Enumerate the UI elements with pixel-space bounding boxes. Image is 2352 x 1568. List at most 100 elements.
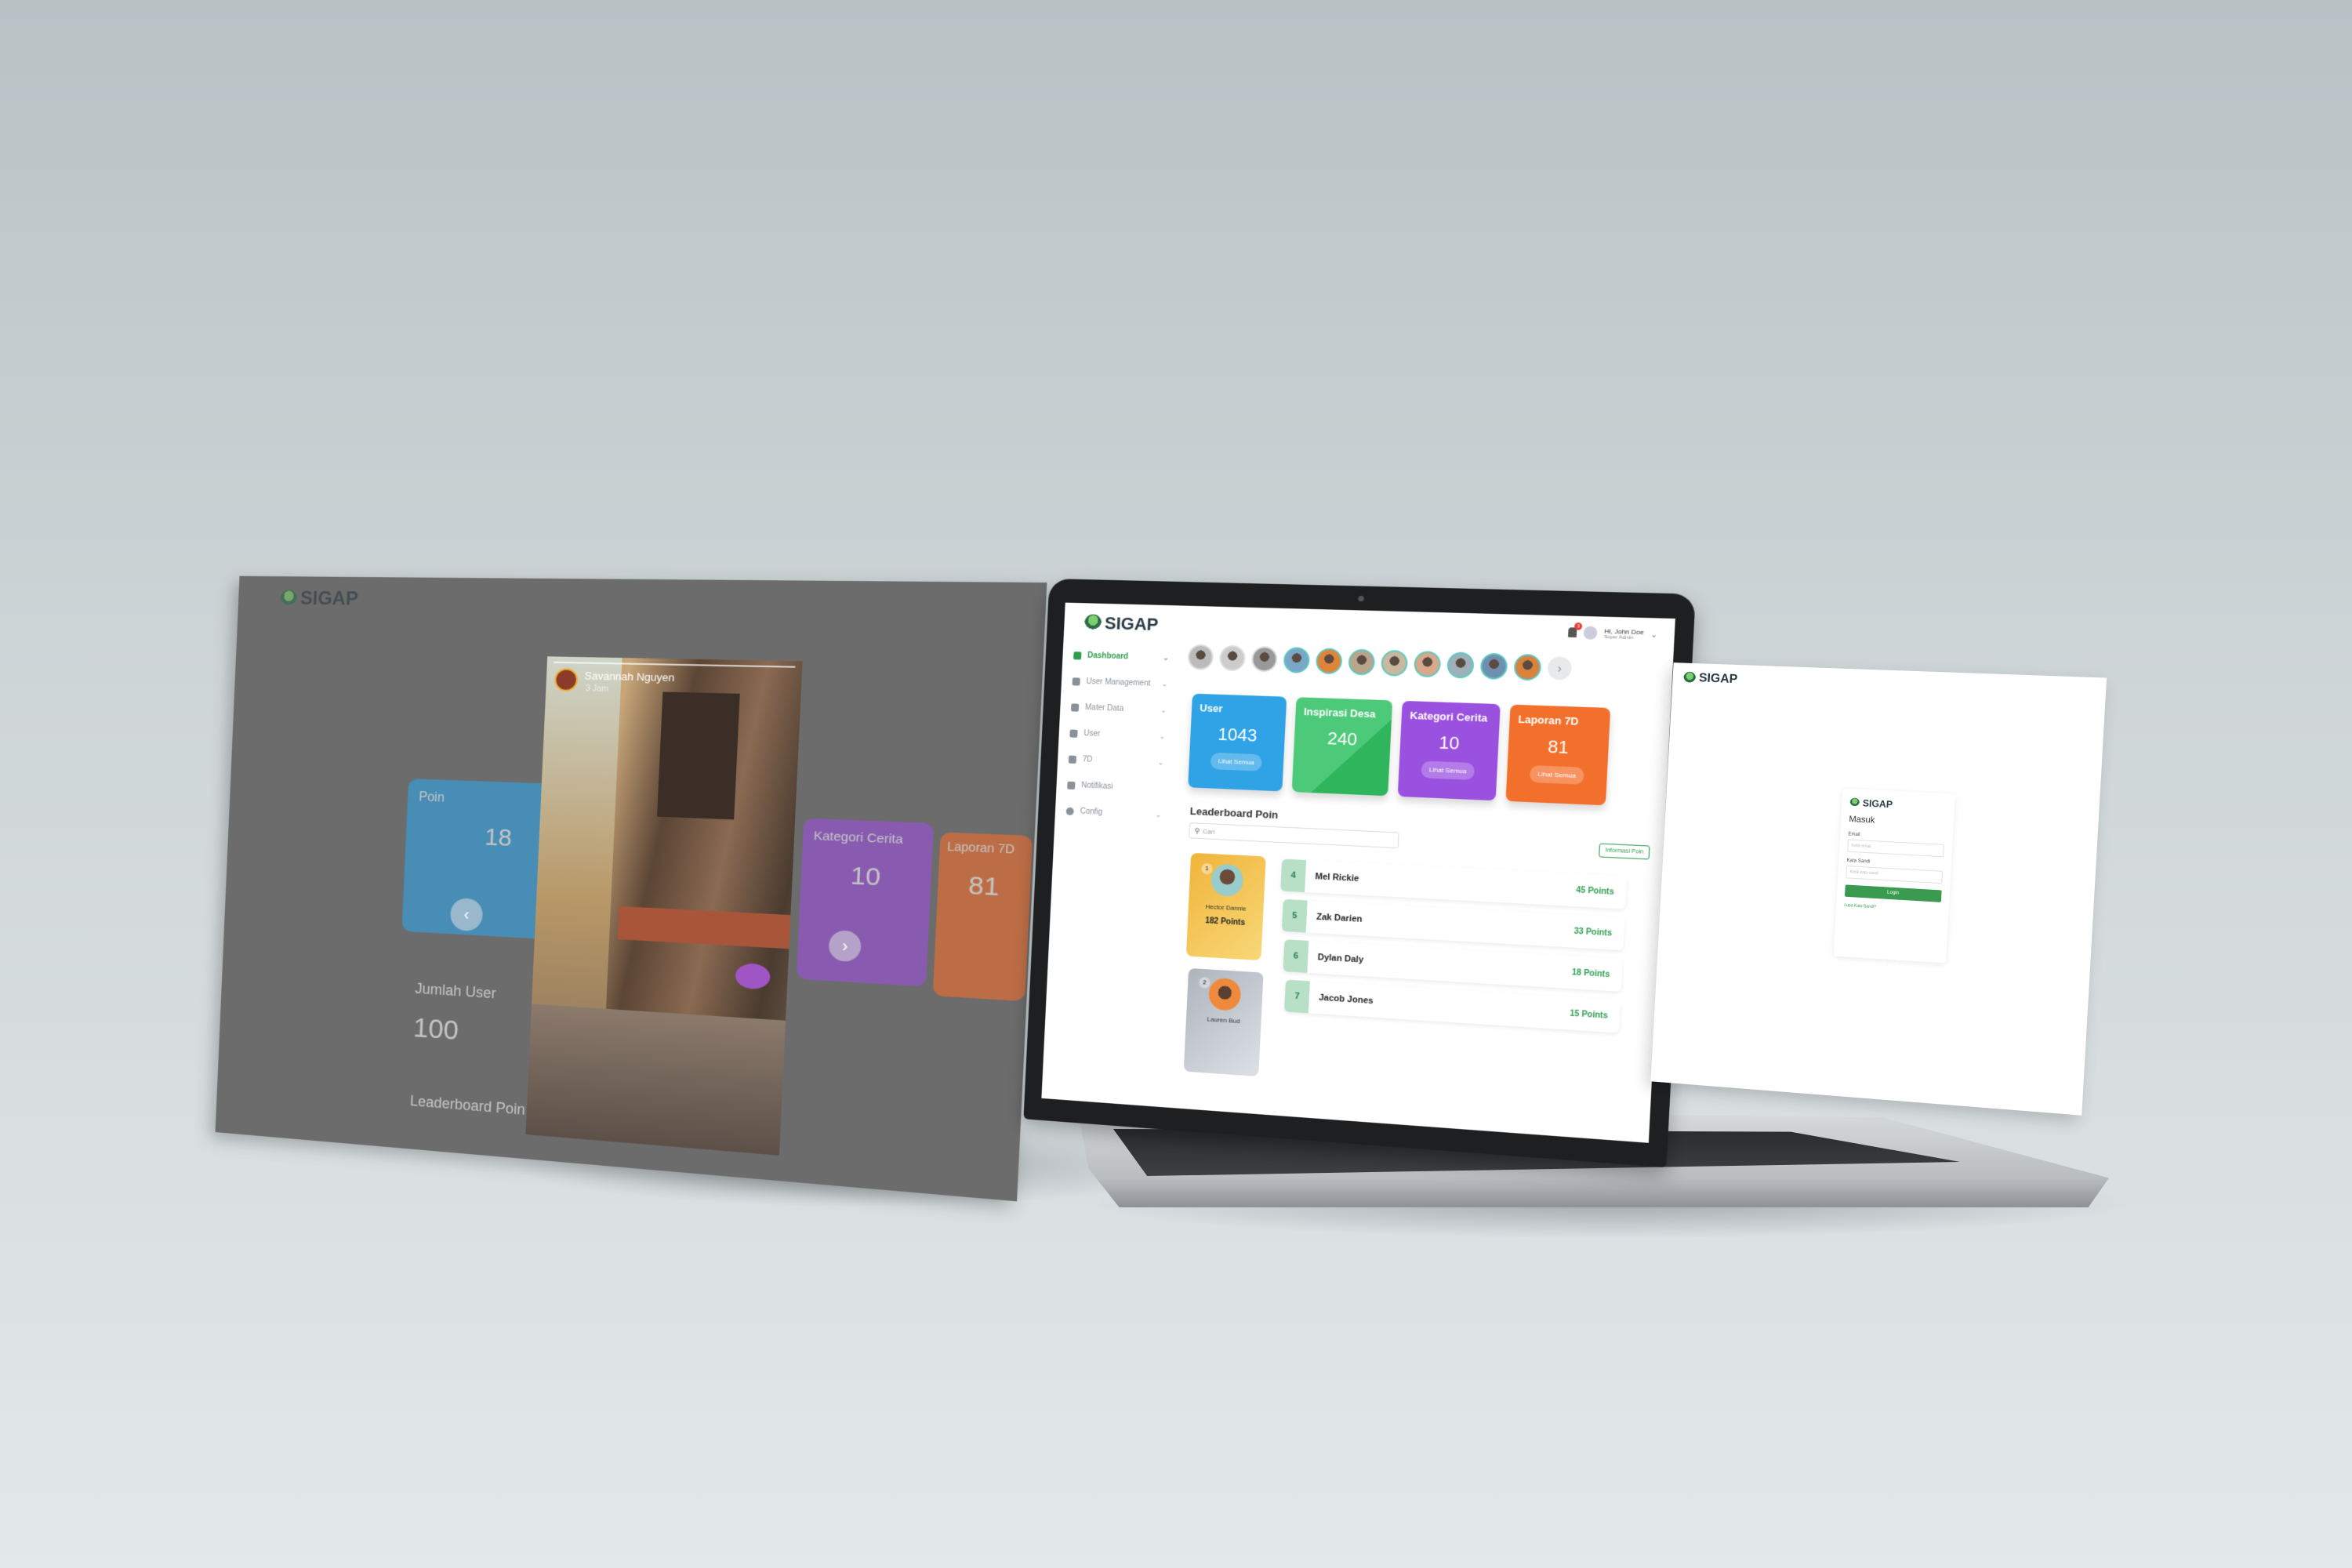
sidebar-item-label: Dashboard <box>1087 652 1128 662</box>
story-avatar[interactable] <box>1251 646 1278 673</box>
player-points: 18 Points <box>1572 967 1610 978</box>
card-title: Kategori Cerita <box>1410 710 1487 724</box>
webcam <box>1358 596 1364 601</box>
see-all-button[interactable]: Lihat Semua <box>1421 760 1475 780</box>
story-avatar[interactable] <box>1414 651 1441 677</box>
player-name: Jacob Jones <box>1319 993 1374 1007</box>
folder-icon <box>1071 703 1079 711</box>
sidebar-item-label: User <box>1083 729 1100 739</box>
home-icon <box>1073 652 1081 659</box>
login-title: Masuk <box>1849 815 1946 829</box>
email-field[interactable]: Ketik email <box>1847 839 1944 857</box>
avatar <box>1208 978 1242 1011</box>
chevron-down-icon: ⌄ <box>1159 732 1165 741</box>
logo: SIGAP <box>280 587 358 610</box>
leaderboard-list: 4 Mel Rickie 45 Points 5 Zak Darien 33 Point… <box>1274 859 1627 1042</box>
rank-badge: 2 <box>1199 977 1210 989</box>
header-user[interactable]: 3 Hi, John Doe Super Admin ⌄ <box>1568 626 1657 641</box>
sidebar-item-label: 7D <box>1083 755 1093 764</box>
story-avatar[interactable] <box>1187 644 1214 670</box>
player-points: 15 Points <box>1570 1009 1608 1021</box>
users-icon <box>1073 677 1080 685</box>
sidebar-item-label: Mater Data <box>1085 703 1124 713</box>
jumlah-user-value: 100 <box>412 1012 459 1047</box>
card-value: 240 <box>1327 728 1357 750</box>
leader-points: 182 Points <box>1205 916 1245 927</box>
jumlah-user-label: Jumlah User <box>415 980 496 1002</box>
second-place-card: 2 Lauren Bud <box>1184 968 1264 1076</box>
story-avatar[interactable] <box>1513 654 1541 681</box>
see-all-button[interactable]: Lihat Semua <box>1529 765 1584 785</box>
login-screen: SIGAP SIGAP Masuk Email Ketik email Kata… <box>1650 662 2107 1116</box>
login-button[interactable]: Login <box>1845 884 1942 902</box>
stories-row: › <box>1187 644 1572 681</box>
story-avatar[interactable] <box>1316 648 1343 674</box>
story-avatar[interactable] <box>1219 645 1246 672</box>
card-title: Laporan 7D <box>1518 713 1579 727</box>
rank: 4 <box>1280 859 1306 893</box>
card-laporan-7d[interactable]: Laporan 7D 81 Lihat Semua <box>1505 705 1610 806</box>
story-avatar[interactable] <box>1446 652 1475 678</box>
chevron-down-icon[interactable]: ⌄ <box>1650 630 1657 640</box>
document-icon <box>1069 755 1076 763</box>
search-placeholder: Cari <box>1203 827 1214 835</box>
avatar <box>1584 626 1598 640</box>
card-value: 10 <box>1439 732 1460 754</box>
logo-icon <box>1084 614 1102 632</box>
sidebar-item-user-management[interactable]: User Management ⌄ <box>1072 668 1168 697</box>
logo: SIGAP <box>1683 671 1738 688</box>
rank: 5 <box>1282 899 1308 933</box>
chevron-down-icon: ⌄ <box>1163 654 1169 662</box>
informasi-poin-button[interactable]: Informasi Poin <box>1599 844 1650 860</box>
password-field[interactable]: Ketik kata sandi <box>1846 866 1943 884</box>
sidebar-item-dashboard[interactable]: Dashboard ⌄ <box>1073 642 1170 671</box>
sidebar-item-7d[interactable]: 7D ⌄ <box>1068 746 1164 776</box>
chevron-down-icon: ⌄ <box>1158 758 1164 767</box>
sidebar-item-user[interactable]: User ⌄ <box>1069 720 1166 750</box>
story-avatar[interactable] <box>1283 647 1311 673</box>
story-avatar[interactable] <box>1348 649 1375 676</box>
card-value: 1043 <box>1218 724 1258 746</box>
search-input[interactable]: ⚲ Cari <box>1189 822 1399 848</box>
dashboard: SIGAP Dashboard ⌄ User Management ⌄ Mater … <box>1041 603 1675 1143</box>
avatar <box>1210 863 1244 897</box>
sidebar-item-mater-data[interactable]: Mater Data ⌄ <box>1070 694 1167 724</box>
card-title: User <box>1200 702 1223 714</box>
rank-badge: 1 <box>1201 863 1213 875</box>
chevron-down-icon: ⌄ <box>1160 706 1167 714</box>
leaderboard-title: Leaderboard Poin <box>410 1093 526 1119</box>
bg-card-title: Kategori Cerita <box>813 829 922 848</box>
sidebar-item-notifikasi[interactable]: Notifikasi <box>1067 772 1163 803</box>
notification-bell[interactable]: 3 <box>1568 627 1577 637</box>
sidebar-item-label: Config <box>1080 807 1102 816</box>
sidebar-item-config[interactable]: Config ⌄ <box>1065 798 1162 829</box>
story-avatar[interactable] <box>1381 650 1408 677</box>
chevron-left-icon: ‹ <box>463 905 470 924</box>
card-user[interactable]: User 1043 Lihat Semua <box>1188 694 1287 792</box>
player-name: Mel Rickie <box>1315 872 1359 884</box>
card-title: Inspirasi Desa <box>1304 706 1376 720</box>
sidebar: SIGAP Dashboard ⌄ User Management ⌄ Mater … <box>1041 603 1182 1107</box>
see-all-button[interactable]: Lihat Semua <box>1210 753 1262 771</box>
rank: 7 <box>1284 980 1310 1014</box>
laptop-screen: SIGAP Dashboard ⌄ User Management ⌄ Mater … <box>1023 579 1695 1167</box>
story-time: 3 Jam <box>586 684 608 694</box>
player-points: 45 Points <box>1576 885 1614 896</box>
card-kategori-cerita[interactable]: Kategori Cerita 10 Lihat Semua <box>1398 701 1501 800</box>
logo: SIGAP <box>1084 612 1171 635</box>
player-name: Dylan Daly <box>1317 953 1363 965</box>
card-inspirasi-desa[interactable]: Inspirasi Desa 240 <box>1292 697 1393 796</box>
forgot-password-link[interactable]: Lupa Kata Sandi? <box>1844 903 1940 913</box>
story-avatar[interactable] <box>1480 653 1508 680</box>
player-name: Zak Darien <box>1316 913 1363 925</box>
card-value: 81 <box>1548 736 1570 758</box>
bg-card-value: 81 <box>945 870 1024 903</box>
sidebar-item-label: User Management <box>1086 677 1150 688</box>
bell-icon <box>1067 781 1075 789</box>
bg-card-value: 10 <box>811 860 921 894</box>
chevron-down-icon: ⌄ <box>1161 680 1167 688</box>
sidebar-item-label: Notifikasi <box>1081 781 1113 791</box>
gear-icon <box>1066 807 1074 815</box>
stories-next-button[interactable]: › <box>1547 656 1572 680</box>
logo: SIGAP <box>1849 797 1947 812</box>
